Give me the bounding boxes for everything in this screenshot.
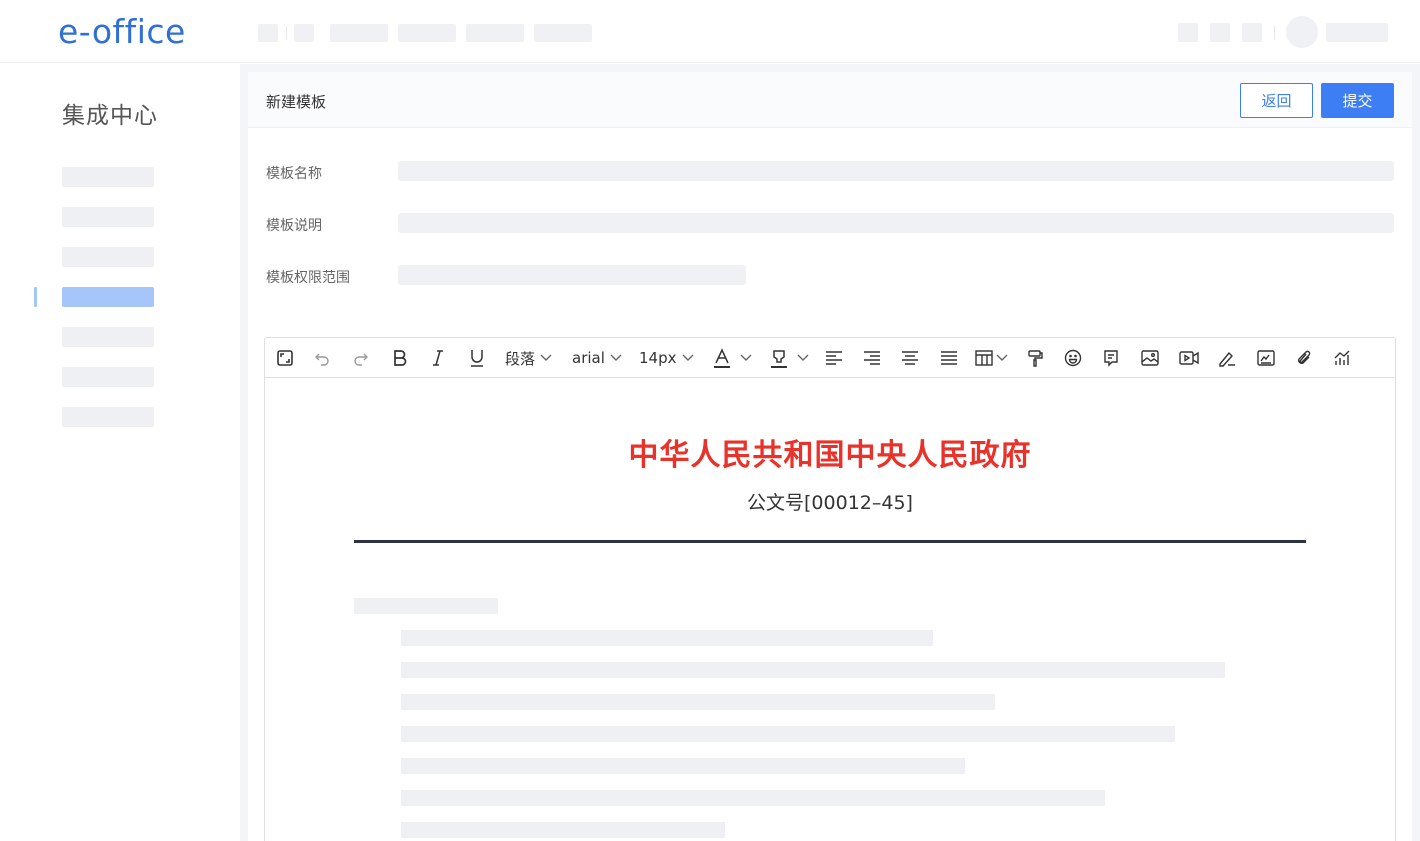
align-right-icon[interactable]	[862, 346, 882, 370]
font-family-dropdown[interactable]: arial	[572, 346, 622, 370]
chart-icon[interactable]	[1332, 346, 1352, 370]
undo-icon[interactable]	[312, 346, 332, 370]
template-scope-select[interactable]	[398, 265, 746, 285]
document-text-placeholder[interactable]	[401, 822, 725, 838]
sidebar-item[interactable]	[62, 247, 154, 267]
avatar[interactable]	[1286, 16, 1318, 48]
chevron-down-icon	[996, 354, 1007, 361]
header-tool-placeholder[interactable]	[1178, 23, 1198, 42]
font-color-button[interactable]	[709, 346, 755, 370]
header-divider	[1274, 26, 1275, 40]
sidebar: 集成中心	[0, 64, 240, 841]
sidebar-item[interactable]	[62, 367, 154, 387]
paragraph-dropdown[interactable]: 段落	[505, 346, 552, 370]
chevron-down-icon	[682, 354, 693, 361]
chevron-down-icon	[740, 354, 752, 361]
video-icon[interactable]	[1179, 346, 1199, 370]
sidebar-item[interactable]	[62, 207, 154, 227]
sidebar-item[interactable]	[62, 407, 154, 427]
document-text-placeholder[interactable]	[401, 758, 965, 774]
justify-icon[interactable]	[939, 346, 959, 370]
template-name-input[interactable]	[398, 161, 1394, 181]
document-number[interactable]: 公文号[00012–45]	[265, 488, 1395, 515]
header-nav-placeholder[interactable]	[398, 24, 456, 42]
table-icon	[974, 350, 993, 366]
submit-button[interactable]: 提交	[1321, 83, 1394, 118]
document-title[interactable]: 中华人民共和国中央人民政府	[265, 430, 1395, 474]
app-logo[interactable]: e-office	[58, 12, 186, 51]
document-text-placeholder[interactable]	[401, 790, 1105, 806]
document-text-placeholder[interactable]	[401, 694, 995, 710]
align-left-icon[interactable]	[824, 346, 844, 370]
header-icon-placeholder[interactable]	[294, 24, 314, 42]
underline-icon[interactable]	[467, 346, 487, 370]
font-color-icon	[714, 348, 730, 368]
chevron-down-icon	[797, 354, 809, 361]
top-header: e-office	[0, 0, 1420, 63]
header-nav-placeholder[interactable]	[330, 24, 388, 42]
header-tool-placeholder[interactable]	[1242, 23, 1262, 42]
font-family-label: arial	[572, 349, 605, 367]
rich-text-editor: 段落 arial 14px 中华人民共和国中央人民政府 公文号[00012–45…	[264, 337, 1396, 841]
document-text-placeholder[interactable]	[401, 726, 1175, 742]
header-tool-placeholder[interactable]	[1210, 23, 1230, 42]
signature-icon[interactable]	[1217, 346, 1237, 370]
font-size-label: 14px	[639, 349, 677, 367]
template-name-label: 模板名称	[266, 166, 322, 182]
attachment-icon[interactable]	[1294, 346, 1314, 370]
sidebar-item[interactable]	[62, 327, 154, 347]
highlight-button[interactable]	[766, 346, 812, 370]
header-nav-placeholder[interactable]	[534, 24, 592, 42]
font-size-dropdown[interactable]: 14px	[639, 346, 694, 370]
header-divider	[286, 26, 287, 40]
page-title: 新建模板	[266, 93, 327, 111]
sidebar-item[interactable]	[62, 167, 154, 187]
main-area: 新建模板 返回 提交 模板名称 模板说明 模板权限范围 段落 arial 14p…	[240, 64, 1420, 841]
document-text-placeholder[interactable]	[401, 662, 1225, 678]
italic-icon[interactable]	[428, 346, 448, 370]
back-button[interactable]: 返回	[1240, 83, 1313, 118]
document-text-placeholder[interactable]	[354, 598, 498, 614]
highlight-icon	[771, 350, 787, 368]
note-icon[interactable]	[1101, 346, 1121, 370]
header-icon-placeholder[interactable]	[258, 24, 278, 42]
image-icon[interactable]	[1140, 346, 1160, 370]
sidebar-item-active[interactable]	[62, 287, 154, 307]
sidebar-active-indicator	[34, 287, 37, 307]
editor-toolbar: 段落 arial 14px	[265, 338, 1395, 378]
template-panel: 新建模板 返回 提交 模板名称 模板说明 模板权限范围 段落 arial 14p…	[248, 72, 1412, 841]
redo-icon[interactable]	[351, 346, 371, 370]
username-placeholder[interactable]	[1326, 23, 1388, 42]
panel-header: 新建模板 返回 提交	[248, 72, 1412, 128]
document-text-placeholder[interactable]	[401, 630, 933, 646]
format-painter-icon[interactable]	[1025, 346, 1045, 370]
align-center-icon[interactable]	[900, 346, 920, 370]
fullscreen-icon[interactable]	[275, 346, 295, 370]
chevron-down-icon	[610, 354, 622, 361]
table-button[interactable]	[973, 346, 1009, 370]
chevron-down-icon	[540, 354, 552, 361]
paragraph-label: 段落	[505, 349, 536, 368]
template-desc-input[interactable]	[398, 213, 1394, 233]
emoji-icon[interactable]	[1063, 346, 1083, 370]
template-scope-label: 模板权限范围	[266, 270, 350, 286]
seal-icon[interactable]	[1256, 346, 1276, 370]
header-nav-placeholder[interactable]	[466, 24, 524, 42]
document-red-header-rule	[354, 540, 1306, 543]
sidebar-title: 集成中心	[62, 103, 158, 129]
bold-icon[interactable]	[390, 346, 410, 370]
template-desc-label: 模板说明	[266, 218, 322, 234]
